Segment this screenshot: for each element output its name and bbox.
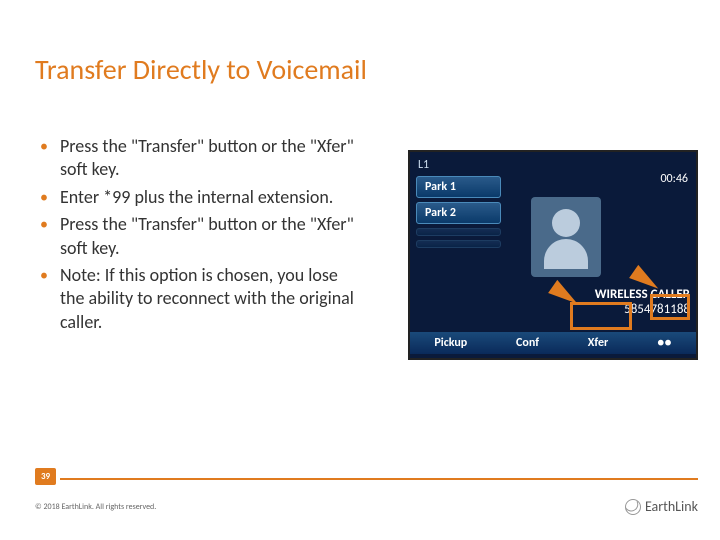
copyright-text: © 2018 EarthLink. All rights reserved. xyxy=(35,502,156,512)
earthlink-logo: EarthLink xyxy=(625,498,698,515)
bullet-icon: • xyxy=(40,188,48,209)
park-button-2: Park 2 xyxy=(416,202,501,224)
park-button-empty xyxy=(416,240,501,248)
softkey-more: ●● xyxy=(657,336,672,350)
highlight-box xyxy=(650,294,690,320)
avatar-icon xyxy=(531,197,601,277)
list-item: • Note: If this option is chosen, you lo… xyxy=(40,264,360,334)
earthlink-logo-icon xyxy=(625,499,641,515)
softkey-conf: Conf xyxy=(516,336,539,350)
list-item: • Press the "Transfer" button or the "Xf… xyxy=(40,135,360,182)
list-item: • Press the "Transfer" button or the "Xf… xyxy=(40,213,360,260)
highlight-box xyxy=(570,302,632,330)
logo-text: EarthLink xyxy=(645,498,698,515)
softkey-pickup: Pickup xyxy=(434,336,467,350)
bullet-icon: • xyxy=(40,266,48,334)
bullet-text: Enter *99 plus the internal extension. xyxy=(60,186,333,209)
list-item: • Enter *99 plus the internal extension. xyxy=(40,186,360,209)
call-duration: 00:46 xyxy=(660,172,688,186)
softkey-xfer: Xfer xyxy=(588,336,609,350)
bullet-icon: • xyxy=(40,215,48,260)
softkey-bar: Pickup Conf Xfer ●● xyxy=(410,332,696,354)
bullet-list: • Press the "Transfer" button or the "Xf… xyxy=(40,135,360,338)
page-title: Transfer Directly to Voicemail xyxy=(35,52,367,87)
bullet-text: Press the "Transfer" button or the "Xfer… xyxy=(60,135,360,182)
bullet-text: Press the "Transfer" button or the "Xfer… xyxy=(60,213,360,260)
page-number-badge: 39 xyxy=(35,468,56,485)
bullet-icon: • xyxy=(40,137,48,182)
bullet-text: Note: If this option is chosen, you lose… xyxy=(60,264,360,334)
phone-screenshot: L1 Park 1 Park 2 00:46 WIRELESS CALLER 5… xyxy=(408,150,698,360)
park-button-1: Park 1 xyxy=(416,176,501,198)
divider xyxy=(60,478,698,480)
phone-line-label: L1 xyxy=(418,158,688,172)
park-button-empty xyxy=(416,228,501,236)
